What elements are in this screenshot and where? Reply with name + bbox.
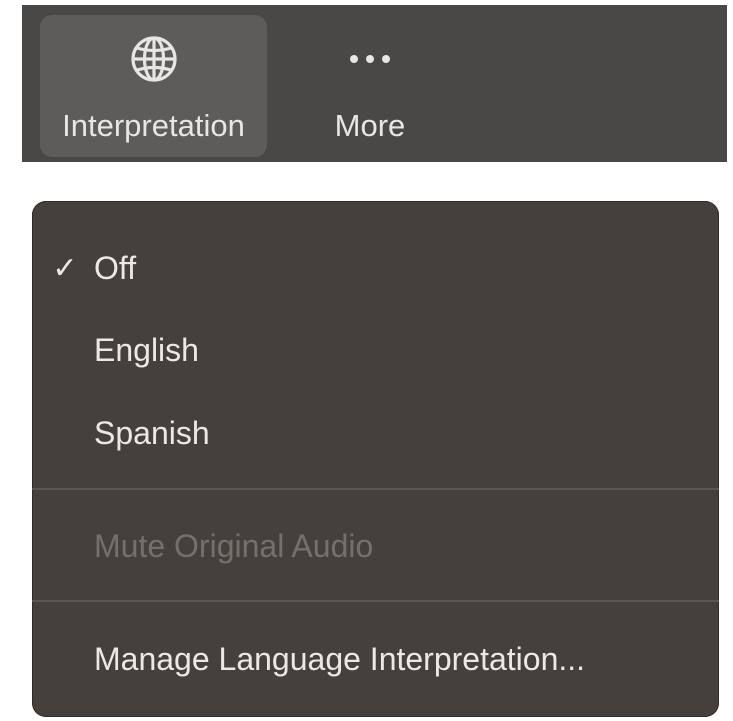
menu-item-label: English [94, 331, 199, 368]
menu-item-spanish[interactable]: Spanish [32, 403, 719, 463]
menu-item-manage-language-interpretation[interactable]: Manage Language Interpretation... [32, 629, 719, 689]
globe-icon [126, 31, 182, 87]
more-button[interactable]: More [300, 15, 440, 157]
ellipsis-icon [342, 31, 398, 87]
menu-item-label: Mute Original Audio [94, 527, 374, 564]
menu-item-label: Manage Language Interpretation... [94, 640, 586, 677]
menu-item-mute-original-audio: Mute Original Audio [32, 516, 719, 576]
interpretation-label: Interpretation [62, 108, 245, 143]
checkmark-icon: ✓ [52, 251, 78, 285]
meeting-toolbar: Interpretation More [22, 5, 727, 162]
interpretation-menu: ✓ Off English Spanish Mute Original Audi… [32, 201, 719, 717]
interpretation-button[interactable]: Interpretation [40, 15, 267, 157]
menu-separator [32, 488, 719, 490]
menu-separator [32, 600, 719, 602]
menu-item-label: Spanish [94, 414, 210, 451]
menu-item-english[interactable]: English [32, 320, 719, 380]
menu-item-label: Off [94, 249, 137, 286]
menu-item-off[interactable]: ✓ Off [32, 238, 719, 298]
more-label: More [334, 108, 406, 143]
